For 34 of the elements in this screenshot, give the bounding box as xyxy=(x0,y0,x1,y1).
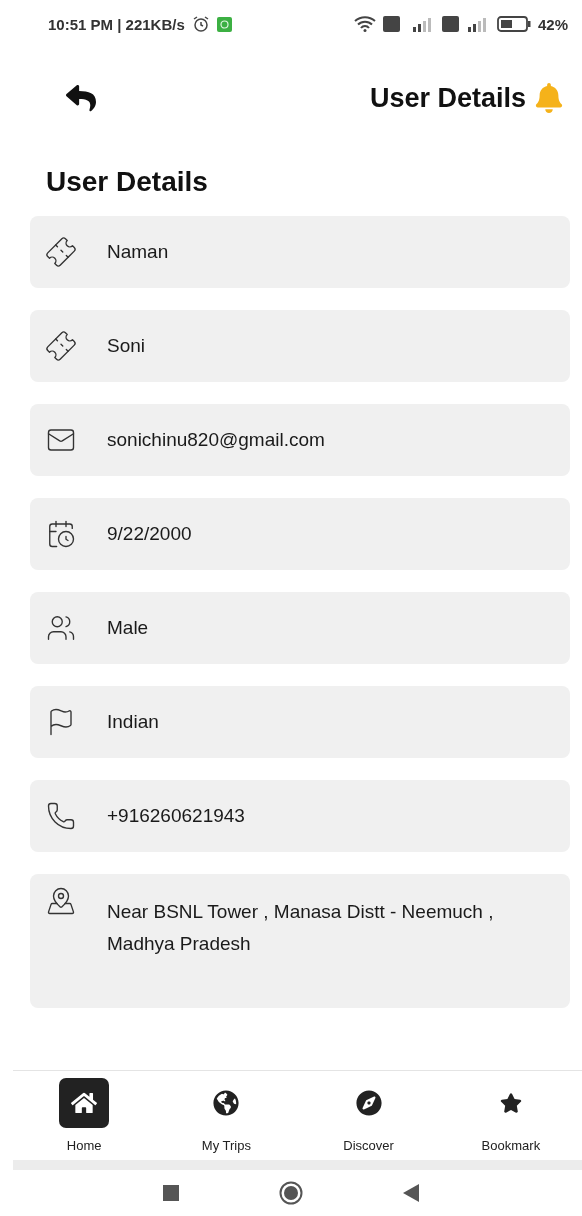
battery-percent: 42% xyxy=(537,15,568,33)
detail-value: Naman xyxy=(107,240,169,264)
volte-badge-icon xyxy=(382,16,400,32)
nav-icon-tile[interactable] xyxy=(59,1078,110,1128)
compass-icon xyxy=(355,1090,382,1116)
star-icon xyxy=(499,1092,522,1114)
nav-item[interactable]: My Trips xyxy=(155,1078,298,1153)
nav-item[interactable]: Discover xyxy=(297,1078,440,1153)
app-notification-icon xyxy=(216,16,232,32)
detail-value: Soni xyxy=(107,334,146,358)
detail-value: Indian xyxy=(107,710,159,734)
alarm-icon xyxy=(191,15,210,33)
back-triangle-icon[interactable] xyxy=(403,1184,419,1202)
home-circle-icon[interactable] xyxy=(279,1181,303,1205)
detail-value: Near BSNL Tower , Manasa Distt - Neemuch , Madhya Pradesh xyxy=(107,900,495,956)
map-pin-icon xyxy=(46,886,76,916)
page-title: User Details xyxy=(369,82,526,114)
people-icon xyxy=(46,613,76,643)
calendar-clock-icon xyxy=(46,519,76,549)
detail-value: +916260621943 xyxy=(107,804,245,828)
detail-value: sonichinu820@gmail.com xyxy=(107,428,325,452)
nav-item[interactable]: Home xyxy=(13,1078,156,1153)
back-icon[interactable] xyxy=(66,83,96,113)
globe-icon xyxy=(213,1090,240,1116)
section-title: User Details xyxy=(46,166,209,198)
battery-icon xyxy=(496,16,531,32)
phone-icon xyxy=(46,801,76,831)
detail-value: Male xyxy=(107,616,149,640)
wifi-icon xyxy=(353,16,376,32)
home-icon xyxy=(71,1090,98,1116)
nav-item[interactable]: Bookmark xyxy=(439,1078,582,1153)
volte-badge-icon xyxy=(441,16,459,32)
detail-value: 9/22/2000 xyxy=(107,522,192,546)
status-time: 10:51 PM | 221KB/s xyxy=(48,15,185,33)
